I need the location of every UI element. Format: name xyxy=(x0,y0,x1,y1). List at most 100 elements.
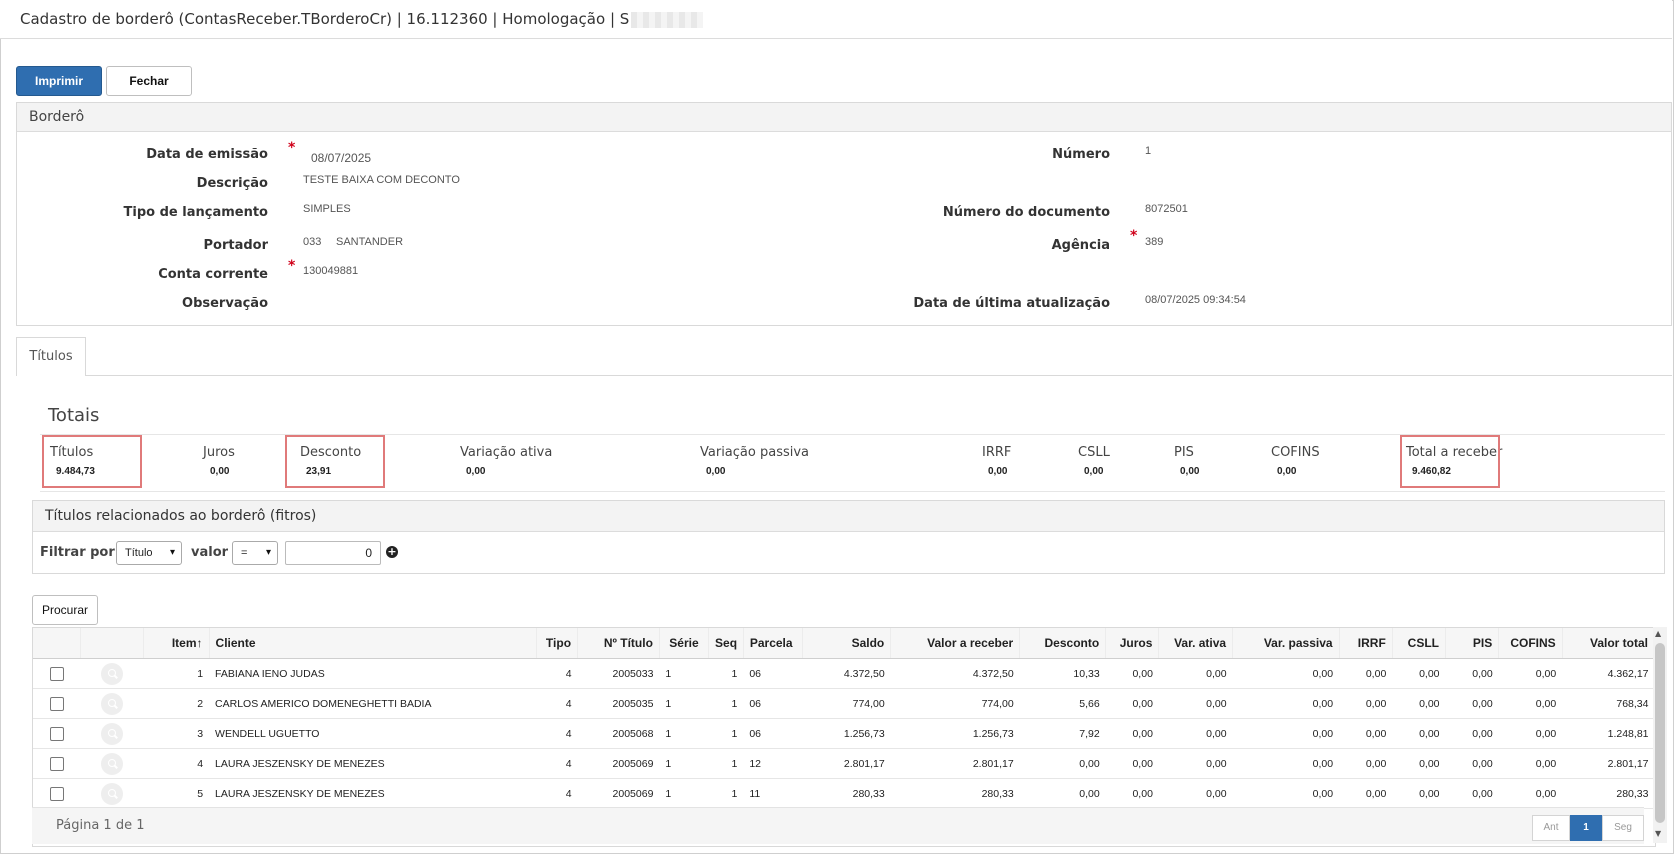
add-filter-icon[interactable]: + xyxy=(386,546,398,558)
row-checkbox[interactable] xyxy=(49,726,64,741)
row-checkbox[interactable] xyxy=(49,696,64,711)
cell-item: 5 xyxy=(143,778,210,809)
table-row[interactable]: 2 CARLOS AMERICO DOMENEGHETTI BADIA 4 20… xyxy=(33,688,1655,719)
descricao-label: Descrição xyxy=(196,176,268,191)
col-var-ativa[interactable]: Var. ativa xyxy=(1158,628,1234,659)
cell-var-ativa: 0,00 xyxy=(1158,778,1233,809)
col-tipo[interactable]: Tipo xyxy=(536,628,579,659)
col-desconto[interactable]: Desconto xyxy=(1019,628,1107,659)
grid-header-row: Item↑ Cliente Tipo Nº Título Série Seq P… xyxy=(33,628,1656,659)
cell-juros: 0,00 xyxy=(1105,658,1159,689)
total-irrf-value: 0,00 xyxy=(988,466,1008,477)
magnifier-icon[interactable] xyxy=(100,692,123,715)
value-label: valor xyxy=(191,545,229,560)
col-serie[interactable]: Série xyxy=(659,628,710,659)
sort-asc-icon: ↑ xyxy=(196,636,203,650)
operator-select[interactable]: = ▾ xyxy=(232,541,278,565)
col-seq[interactable]: Seq xyxy=(708,628,744,659)
magnifier-icon[interactable] xyxy=(100,752,123,775)
cell-seq: 1 xyxy=(708,658,744,689)
col-view xyxy=(80,628,145,659)
col-parcela[interactable]: Parcela xyxy=(743,628,804,659)
col-irrf[interactable]: IRRF xyxy=(1339,628,1393,659)
col-saldo[interactable]: Saldo xyxy=(802,628,892,659)
cell-parcela: 12 xyxy=(743,748,803,779)
chevron-down-icon: ▾ xyxy=(265,547,271,558)
cell-csll: 0,00 xyxy=(1392,748,1446,779)
close-button[interactable]: Fechar xyxy=(106,66,192,96)
col-valor-receber[interactable]: Valor a receber xyxy=(890,628,1021,659)
tab-titulos[interactable]: Títulos xyxy=(16,337,86,376)
total-cofins-value: 0,00 xyxy=(1277,466,1297,477)
total-variacao-ativa-value: 0,00 xyxy=(466,466,486,477)
grid-scrollbar[interactable]: ▲ ▼ xyxy=(1653,627,1667,843)
row-checkbox[interactable] xyxy=(49,786,64,801)
descricao-field[interactable]: TESTE BAIXA COM DECONTO xyxy=(303,174,460,186)
scroll-down-icon[interactable]: ▼ xyxy=(1655,829,1661,838)
col-cofins[interactable]: COFINS xyxy=(1498,628,1563,659)
table-row[interactable]: 1 FABIANA IENO JUDAS 4 2005033 1 1 06 4.… xyxy=(33,658,1655,689)
portador-label: Portador xyxy=(203,238,268,253)
bordero-panel-title: Borderô xyxy=(17,103,1671,132)
filter-by-select[interactable]: Título ▾ xyxy=(116,541,182,565)
col-titulo[interactable]: Nº Título xyxy=(577,628,660,659)
cell-seq: 1 xyxy=(708,688,744,719)
row-checkbox[interactable] xyxy=(49,756,64,771)
total-variacao-passiva-value: 0,00 xyxy=(706,466,726,477)
numero-documento-field[interactable]: 8072501 xyxy=(1145,203,1188,215)
filter-value-input[interactable]: 0 xyxy=(285,541,381,565)
cell-saldo: 2.801,17 xyxy=(802,748,891,779)
cell-serie: 1 xyxy=(659,748,709,779)
cell-juros: 0,00 xyxy=(1105,688,1159,719)
total-variacao-ativa-label: Variação ativa xyxy=(460,445,553,460)
cell-var-passiva: 0,00 xyxy=(1232,658,1340,689)
print-button[interactable]: Imprimir xyxy=(16,66,102,96)
total-juros-value: 0,00 xyxy=(210,466,230,477)
row-checkbox[interactable] xyxy=(49,666,64,681)
cell-serie: 1 xyxy=(659,778,709,809)
cell-tipo: 4 xyxy=(536,658,578,689)
required-marker: * xyxy=(1130,228,1138,244)
cell-irrf: 0,00 xyxy=(1339,688,1393,719)
cell-seq: 1 xyxy=(708,748,744,779)
cell-var-passiva: 0,00 xyxy=(1232,778,1340,809)
page-1-button[interactable]: 1 xyxy=(1570,815,1602,841)
total-pis-value: 0,00 xyxy=(1180,466,1200,477)
agencia-field[interactable]: 389 xyxy=(1145,236,1163,248)
data-emissao-field[interactable]: 08/07/2025 xyxy=(311,151,371,165)
conta-corrente-field[interactable]: 130049881 xyxy=(303,265,358,277)
total-csll-label: CSLL xyxy=(1078,445,1110,460)
cell-cofins: 0,00 xyxy=(1498,658,1563,689)
col-item[interactable]: Item↑ xyxy=(143,628,210,659)
magnifier-icon[interactable] xyxy=(100,782,123,805)
table-row[interactable]: 5 LAURA JESZENSKY DE MENEZES 4 2005069 1… xyxy=(33,778,1655,809)
col-pis[interactable]: PIS xyxy=(1445,628,1500,659)
total-csll-value: 0,00 xyxy=(1084,466,1104,477)
cell-seq: 1 xyxy=(708,778,744,809)
col-var-passiva[interactable]: Var. passiva xyxy=(1232,628,1340,659)
cell-var-passiva: 0,00 xyxy=(1232,688,1340,719)
col-valor-total[interactable]: Valor total xyxy=(1562,628,1656,659)
col-csll[interactable]: CSLL xyxy=(1392,628,1447,659)
magnifier-icon[interactable] xyxy=(100,662,123,685)
tipo-lancamento-field[interactable]: SIMPLES xyxy=(303,203,351,215)
cell-csll: 0,00 xyxy=(1392,718,1446,749)
table-row[interactable]: 3 WENDELL UGUETTO 4 2005068 1 1 06 1.256… xyxy=(33,718,1655,749)
scroll-thumb[interactable] xyxy=(1655,643,1665,823)
col-juros[interactable]: Juros xyxy=(1105,628,1160,659)
search-button[interactable]: Procurar xyxy=(32,595,98,625)
cell-tipo: 4 xyxy=(536,778,578,809)
cell-pis: 0,00 xyxy=(1445,778,1499,809)
magnifier-icon[interactable] xyxy=(100,722,123,745)
page-summary: Página 1 de 1 xyxy=(56,818,145,833)
next-page-button[interactable]: Seg xyxy=(1602,815,1644,841)
portador-code-field[interactable]: 033 xyxy=(303,236,321,248)
scroll-up-icon[interactable]: ▲ xyxy=(1655,629,1661,638)
cell-parcela: 06 xyxy=(743,688,803,719)
total-juros-label: Juros xyxy=(203,445,235,460)
cell-titulo: 2005068 xyxy=(577,718,660,749)
cell-var-ativa: 0,00 xyxy=(1158,748,1233,779)
col-cliente[interactable]: Cliente xyxy=(209,628,538,659)
prev-page-button[interactable]: Ant xyxy=(1532,815,1570,841)
table-row[interactable]: 4 LAURA JESZENSKY DE MENEZES 4 2005069 1… xyxy=(33,748,1655,779)
